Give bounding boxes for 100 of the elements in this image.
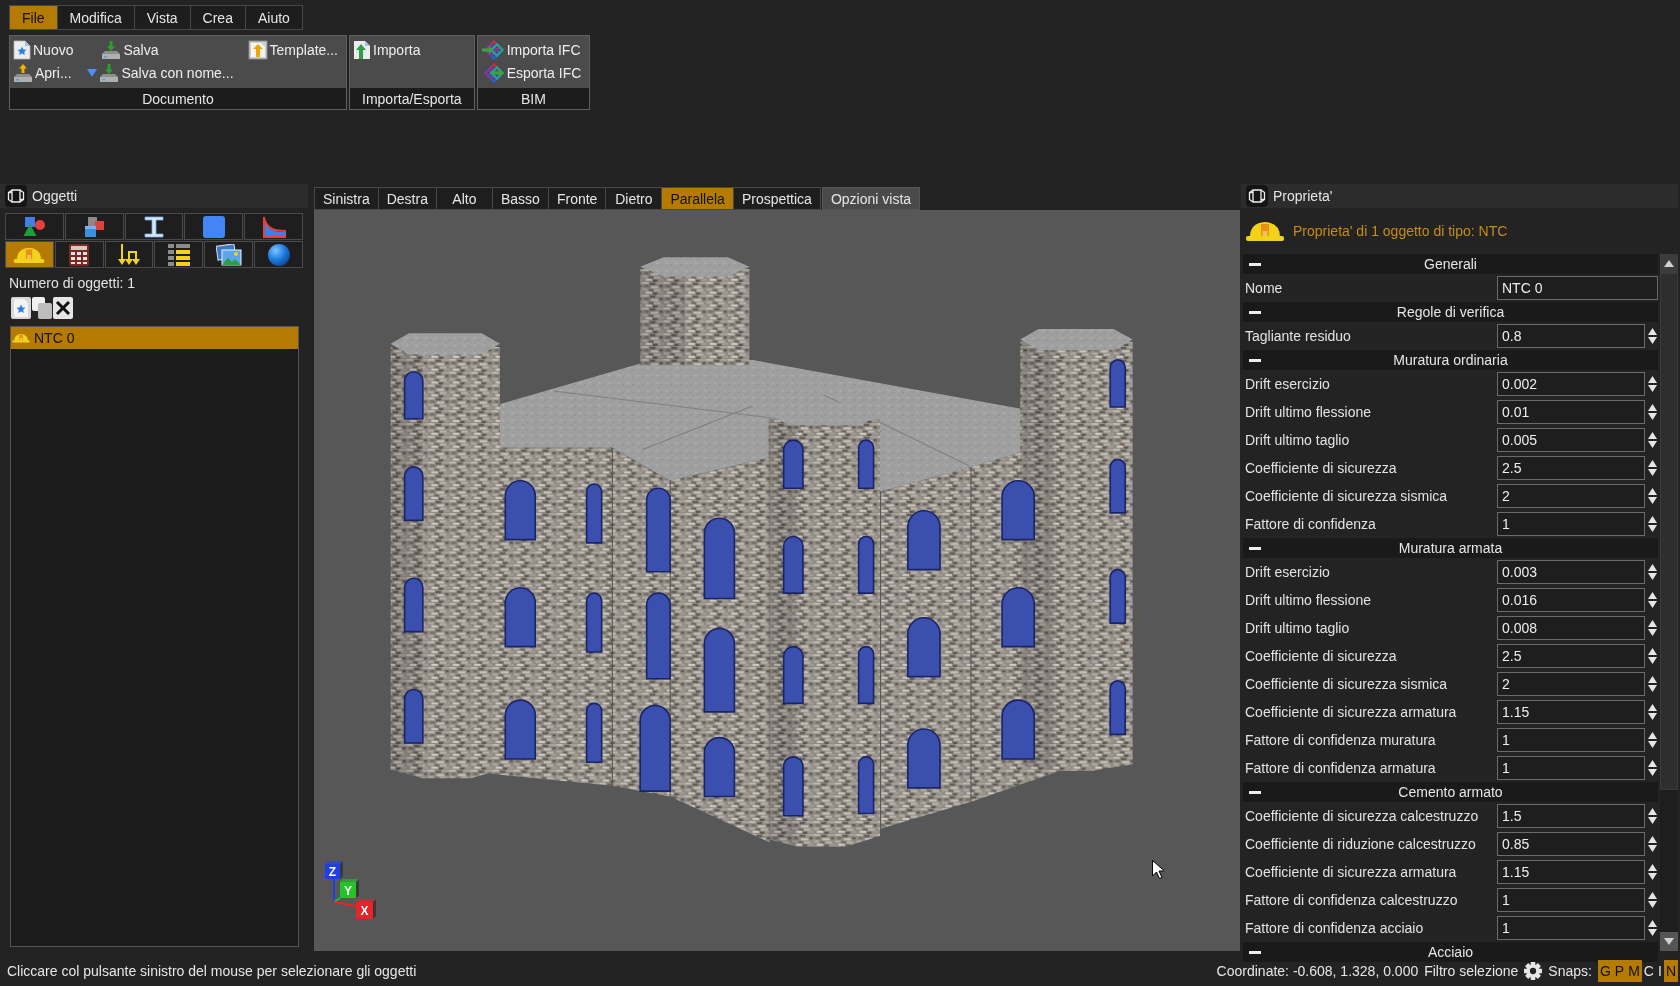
- snap-toggle[interactable]: N: [1663, 959, 1678, 982]
- new-document-icon[interactable]: [11, 297, 31, 319]
- collapse-icon[interactable]: [1249, 950, 1261, 954]
- section-header[interactable]: Generali: [1243, 254, 1658, 274]
- spin-up-icon[interactable]: [1648, 592, 1657, 599]
- category-tab[interactable]: [54, 241, 104, 268]
- scroll-up-icon[interactable]: [1660, 254, 1678, 273]
- view-tab[interactable]: Dietro: [605, 187, 663, 210]
- spin-up-icon[interactable]: [1648, 516, 1657, 523]
- category-tab[interactable]: [124, 213, 184, 240]
- property-field[interactable]: 0.008: [1497, 616, 1645, 640]
- view-tab[interactable]: Alto: [435, 187, 493, 210]
- spin-up-icon[interactable]: [1648, 564, 1657, 571]
- category-tab[interactable]: [64, 213, 124, 240]
- ribbon-button[interactable]: Apri...: [13, 61, 76, 84]
- property-field[interactable]: 1: [1497, 728, 1645, 752]
- view-tab[interactable]: Sinistra: [314, 187, 379, 210]
- spin-down-icon[interactable]: [1648, 601, 1657, 608]
- ribbon-button[interactable]: Importa: [353, 38, 423, 61]
- spin-up-icon[interactable]: [1648, 892, 1657, 899]
- copy-icon[interactable]: [32, 297, 52, 319]
- snap-toggle[interactable]: C: [1641, 959, 1656, 982]
- category-tab[interactable]: [104, 241, 154, 268]
- spin-down-icon[interactable]: [1648, 525, 1657, 532]
- property-field[interactable]: 1.15: [1497, 860, 1645, 884]
- property-field[interactable]: 1.15: [1497, 700, 1645, 724]
- collapse-icon[interactable]: [1249, 358, 1261, 362]
- collapse-icon[interactable]: [1249, 790, 1261, 794]
- spin-down-icon[interactable]: [1648, 657, 1657, 664]
- property-field[interactable]: 1.5: [1497, 804, 1645, 828]
- spin-up-icon[interactable]: [1648, 704, 1657, 711]
- spin-up-icon[interactable]: [1648, 488, 1657, 495]
- property-field[interactable]: 0.005: [1497, 428, 1645, 452]
- property-field[interactable]: 0.016: [1497, 588, 1645, 612]
- property-field[interactable]: 0.8: [1497, 324, 1645, 348]
- object-list-item[interactable]: NTC 0: [11, 327, 298, 349]
- spin-down-icon[interactable]: [1648, 769, 1657, 776]
- menu-tab[interactable]: Vista: [133, 5, 191, 30]
- spin-up-icon[interactable]: [1648, 620, 1657, 627]
- property-field[interactable]: 0.003: [1497, 560, 1645, 584]
- ribbon-button[interactable]: Importa IFC: [480, 38, 584, 61]
- section-header[interactable]: Regole di verifica: [1243, 302, 1658, 322]
- category-tab[interactable]: [204, 241, 254, 268]
- section-header[interactable]: Cemento armato: [1243, 782, 1658, 802]
- collapse-icon[interactable]: [1249, 310, 1261, 314]
- dropdown-triangle-icon[interactable]: [87, 68, 98, 77]
- collapse-icon[interactable]: [1249, 262, 1261, 266]
- settings-gear-icon[interactable]: [1524, 961, 1543, 980]
- spin-down-icon[interactable]: [1648, 873, 1657, 880]
- spin-up-icon[interactable]: [1648, 432, 1657, 439]
- spin-up-icon[interactable]: [1648, 760, 1657, 767]
- spin-up-icon[interactable]: [1648, 404, 1657, 411]
- scrollbar-thumb[interactable]: [1660, 273, 1678, 790]
- section-header[interactable]: Acciaio: [1243, 942, 1658, 962]
- spin-down-icon[interactable]: [1648, 441, 1657, 448]
- view-tab[interactable]: Fronte: [547, 187, 607, 210]
- menu-tab[interactable]: Crea: [189, 5, 246, 30]
- spin-up-icon[interactable]: [1648, 864, 1657, 871]
- property-field[interactable]: 1: [1497, 916, 1645, 940]
- ribbon-button[interactable]: Template...: [247, 38, 340, 61]
- spin-up-icon[interactable]: [1648, 808, 1657, 815]
- category-tab[interactable]: [154, 241, 204, 268]
- view-tab[interactable]: Parallela: [661, 187, 734, 210]
- spin-down-icon[interactable]: [1648, 337, 1657, 344]
- property-field[interactable]: 1: [1497, 512, 1645, 536]
- scrollbar-track[interactable]: [1660, 254, 1678, 951]
- view-tab[interactable]: Basso: [491, 187, 549, 210]
- ribbon-button[interactable]: Salva con nome...: [87, 61, 236, 84]
- ribbon-button[interactable]: Nuovo: [13, 38, 76, 61]
- category-tab[interactable]: [5, 241, 54, 268]
- spin-up-icon[interactable]: [1648, 460, 1657, 467]
- spin-up-icon[interactable]: [1648, 328, 1657, 335]
- spin-down-icon[interactable]: [1648, 741, 1657, 748]
- view-tab[interactable]: Prospettica: [732, 187, 821, 210]
- spin-down-icon[interactable]: [1648, 497, 1657, 504]
- spin-up-icon[interactable]: [1648, 920, 1657, 927]
- property-field[interactable]: 1: [1497, 756, 1645, 780]
- property-field[interactable]: 0.85: [1497, 832, 1645, 856]
- ribbon-button[interactable]: Salva: [87, 38, 236, 61]
- category-tab[interactable]: [254, 241, 303, 268]
- spin-up-icon[interactable]: [1648, 376, 1657, 383]
- snap-toggle[interactable]: M: [1626, 959, 1642, 982]
- spin-down-icon[interactable]: [1648, 845, 1657, 852]
- section-header[interactable]: Muratura armata: [1243, 538, 1658, 558]
- property-field[interactable]: 2: [1497, 484, 1645, 508]
- spin-up-icon[interactable]: [1648, 676, 1657, 683]
- view-tab[interactable]: Destra: [377, 187, 437, 210]
- menu-tab[interactable]: Aiuto: [244, 5, 303, 30]
- property-field[interactable]: 1: [1497, 888, 1645, 912]
- scroll-down-icon[interactable]: [1660, 932, 1678, 951]
- property-field[interactable]: 0.002: [1497, 372, 1645, 396]
- menu-tab[interactable]: File: [9, 5, 58, 30]
- spin-up-icon[interactable]: [1648, 648, 1657, 655]
- delete-icon[interactable]: [53, 297, 73, 319]
- property-field[interactable]: 2.5: [1497, 644, 1645, 668]
- spin-down-icon[interactable]: [1648, 413, 1657, 420]
- ribbon-button[interactable]: Esporta IFC: [480, 61, 584, 84]
- spin-up-icon[interactable]: [1648, 732, 1657, 739]
- property-field[interactable]: 2.5: [1497, 456, 1645, 480]
- spin-down-icon[interactable]: [1648, 929, 1657, 936]
